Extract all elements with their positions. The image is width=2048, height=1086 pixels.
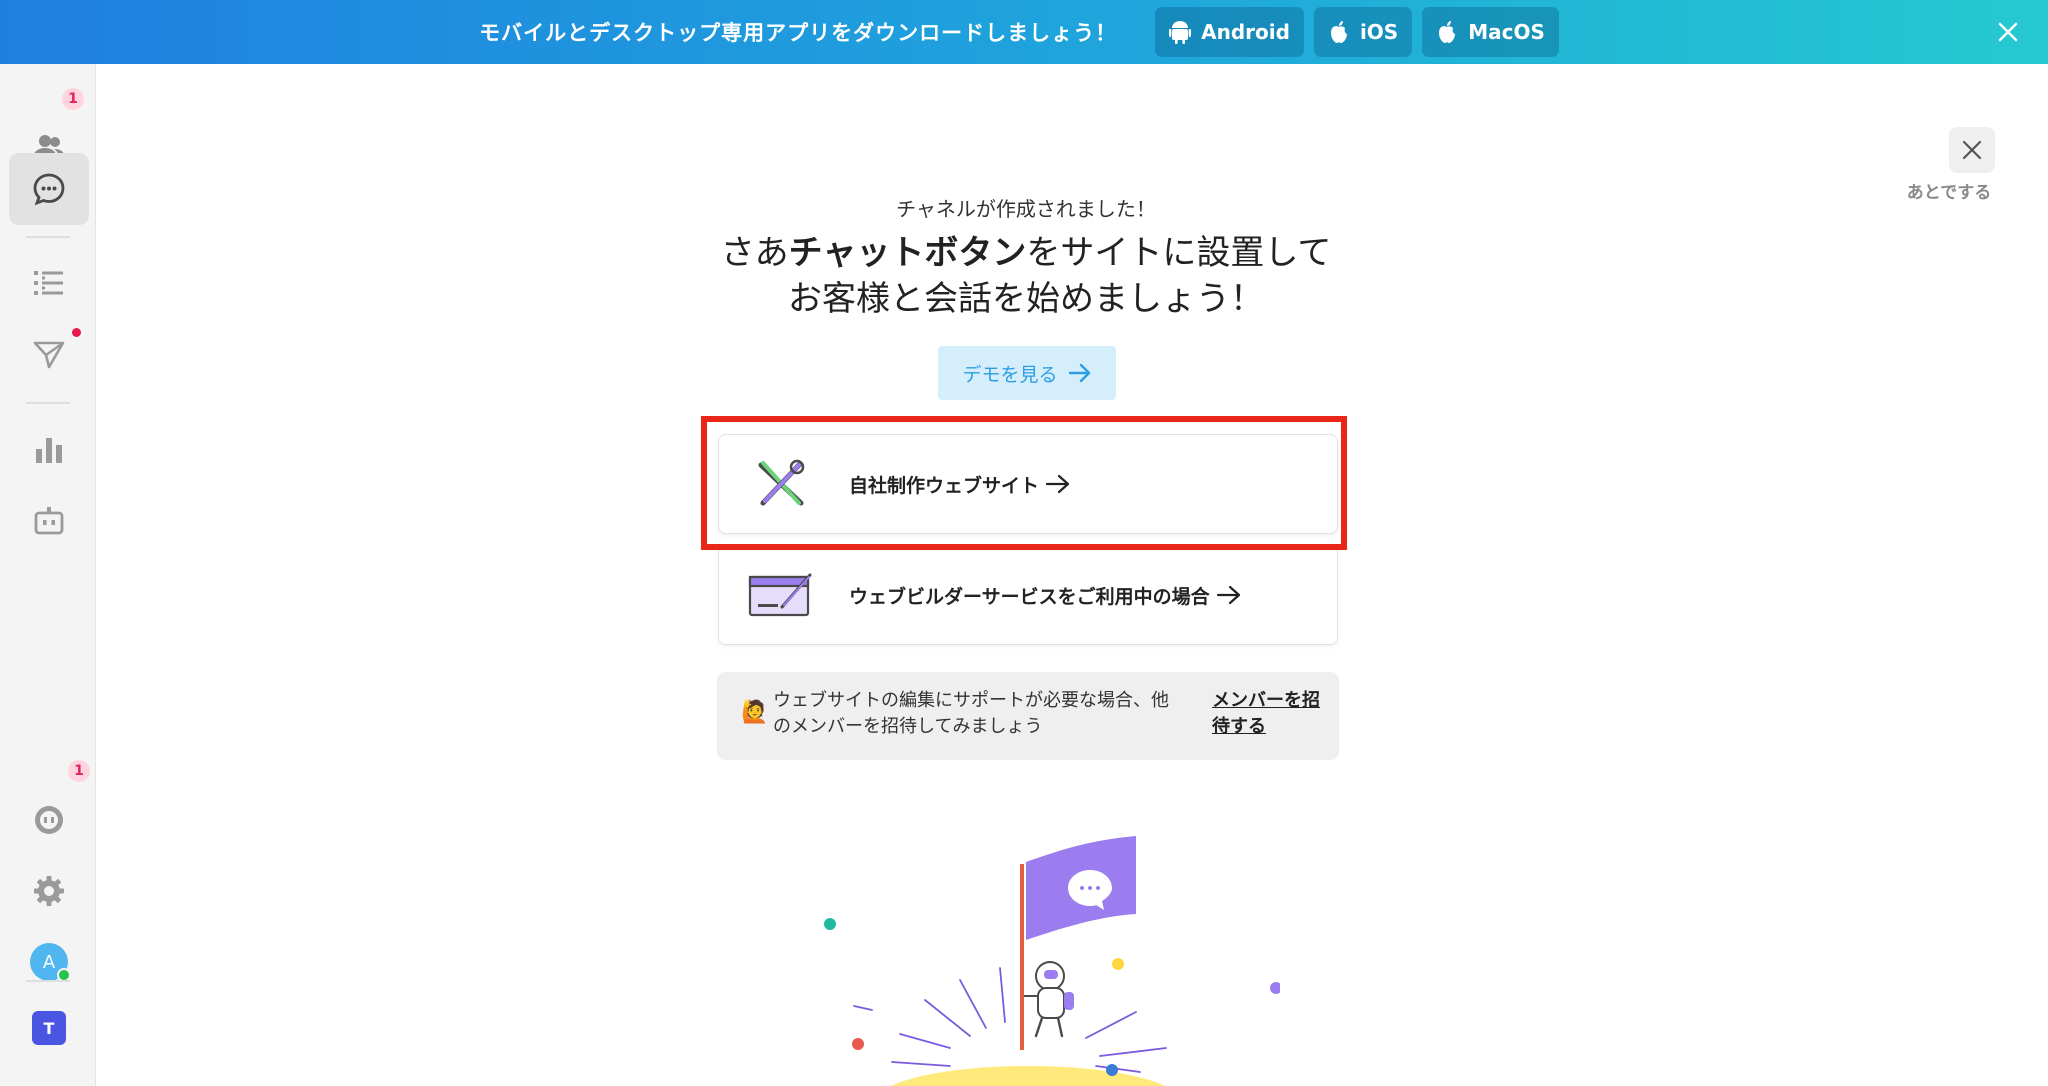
- sidebar-item-settings[interactable]: [9, 855, 89, 927]
- sidebar-item-list[interactable]: [9, 247, 89, 319]
- support-badge: 1: [68, 760, 90, 782]
- macos-download-button[interactable]: MacOS: [1422, 7, 1559, 57]
- gear-icon: [34, 876, 64, 906]
- web-builder-option[interactable]: ウェブビルダーサービスをご利用中の場合: [718, 545, 1338, 645]
- sidebar-divider: [26, 980, 70, 982]
- option-label: ウェブビルダーサービスをご利用中の場合: [849, 585, 1210, 608]
- bar-chart-icon: [36, 438, 62, 463]
- headline-line-2: お客様と会話を始めましょう！: [788, 279, 1264, 319]
- later-label[interactable]: あとでする: [1894, 178, 2004, 203]
- support-text: ウェブサイトの編集にサポートが必要な場合、他のメンバーを招待してみましょう: [773, 690, 1169, 737]
- android-download-button[interactable]: Android: [1155, 7, 1304, 57]
- sidebar-item-support[interactable]: [9, 784, 89, 856]
- arrow-right-icon: [1216, 584, 1242, 606]
- later-close-button[interactable]: [1949, 127, 1995, 173]
- sidebar-item-team[interactable]: T: [9, 992, 89, 1064]
- demo-label: デモを見る: [962, 363, 1058, 386]
- support-callout: 🙋 ウェブサイトの編集にサポートが必要な場合、他のメンバーを招待してみましょう …: [717, 672, 1339, 760]
- astronaut-flag-illustration: [824, 836, 1280, 1086]
- macos-label: MacOS: [1468, 20, 1545, 44]
- raising-hand-icon: 🙋: [741, 700, 769, 725]
- send-notification-dot: [72, 328, 81, 337]
- ios-download-button[interactable]: iOS: [1313, 7, 1413, 57]
- list-icon: [34, 271, 63, 295]
- banner-close-button[interactable]: [1992, 16, 2024, 48]
- paper-plane-icon: [33, 341, 65, 369]
- channel-created-message: チャネルが作成されました！: [896, 197, 1156, 221]
- planet: [891, 1066, 1165, 1086]
- sidebar-item-stats[interactable]: [9, 414, 89, 486]
- avatar-letter: A: [42, 951, 56, 973]
- android-label: Android: [1201, 20, 1290, 44]
- arrow-right-icon: [1068, 363, 1090, 383]
- chat-bubble-icon: [33, 173, 65, 206]
- ios-label: iOS: [1359, 20, 1399, 44]
- apple-icon: [1328, 20, 1350, 44]
- apple-icon: [1436, 20, 1458, 44]
- sidebar-item-bot[interactable]: [9, 485, 89, 557]
- android-icon: [1169, 20, 1192, 44]
- sidebar-item-profile[interactable]: A: [9, 926, 89, 998]
- invite-member-link[interactable]: メンバーを招待する: [1212, 688, 1322, 740]
- robot-icon: [34, 507, 64, 535]
- banner-text: モバイルとデスクトップ専用アプリをダウンロードしましょう！: [479, 21, 1118, 45]
- headline-line-1: さあチャットボタンをサイトに設置して: [720, 233, 1332, 273]
- download-banner: モバイルとデスクトップ専用アプリをダウンロードしましょう！ Android iO…: [0, 0, 2048, 64]
- sidebar-divider: [26, 236, 70, 238]
- team-switcher: T: [32, 1011, 66, 1045]
- sidebar-divider: [26, 402, 70, 404]
- avatar: A: [30, 943, 71, 982]
- web-builder-icon: [741, 571, 821, 619]
- close-icon: [1962, 140, 1982, 160]
- chat-circle-icon: [35, 806, 63, 834]
- contacts-badge: 1: [62, 88, 84, 110]
- flag: [1020, 836, 1136, 1050]
- page-title: さあチャットボタンをサイトに設置して お客様と会話を始めましょう！: [636, 230, 1416, 322]
- close-icon: [1998, 22, 2018, 42]
- sidebar-item-chat[interactable]: [9, 153, 89, 225]
- burst-lines: [853, 967, 1167, 1073]
- highlight-frame: [701, 416, 1347, 550]
- astronaut: [1024, 961, 1074, 1038]
- sidebar: 1 1 A T: [0, 64, 96, 1086]
- demo-button[interactable]: デモを見る: [938, 346, 1116, 400]
